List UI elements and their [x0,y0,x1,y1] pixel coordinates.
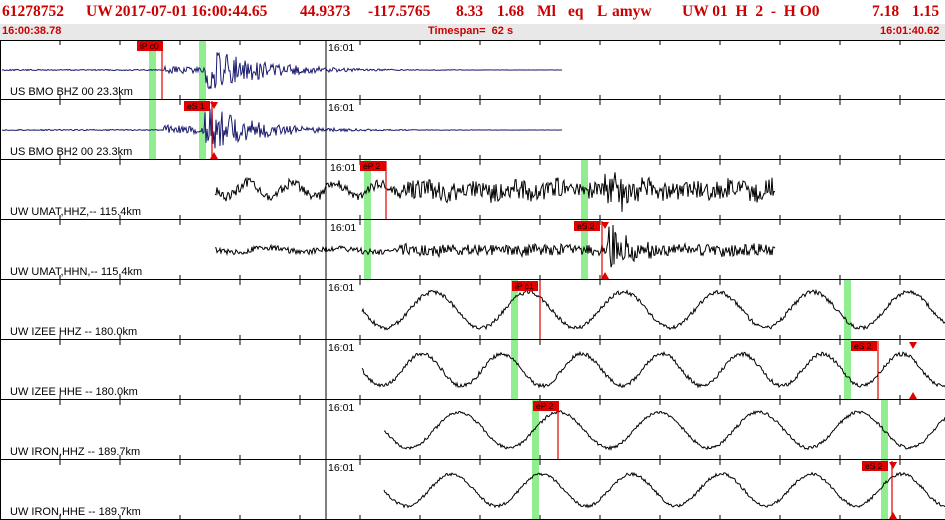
trace-panel[interactable]: 16:01 eS 2 UW IRON,HHE -- 189.7km [0,460,945,520]
seismic-waveform [214,224,776,268]
seismic-waveform [383,410,945,451]
minute-tick-label: 16:01 [330,162,356,174]
event-network: UW [86,3,113,20]
trace-station-label: US BMO BHZ 00 23.3km [10,86,133,98]
phase-pick-label: eS 2 [854,341,872,351]
pick-triangle-icon [210,152,218,159]
minute-tick-label: 16:01 [328,102,354,114]
minute-tick-label: 16:01 [330,222,356,234]
minute-tick-label: 16:01 [328,42,354,54]
event-id: 61278752 [2,3,64,20]
event-type: eq [568,3,584,20]
waveform-panel-area[interactable]: 16:01 iP c0 US BMO BHZ 00 23.3km 16:01 eS 1 U… [0,40,945,520]
phase-pick-label: iP c1 [515,281,534,291]
seismic-waveform [383,471,945,509]
event-origin-time: 2017-07-01 16:00:44.65 [115,3,268,20]
event-solution-info: UW 01 H 2 - H O0 [682,3,820,20]
minute-tick-label: 16:01 [328,282,354,294]
trace-panel[interactable]: 16:01 eP 2 UW UMAT,HHZ,-- 115.4km [0,160,945,220]
trace-station-label: UW UMAT,HHN,-- 115.4km [10,266,142,278]
seismic-waveform [1,51,562,90]
event-longitude: -117.5765 [368,3,431,20]
event-magnitude-type: Ml [537,3,556,20]
seismic-waveform [214,172,776,212]
trace-panel[interactable]: 16:01 eP 2 UW IRON,HHZ -- 189.7km [0,400,945,460]
event-magnitude: 1.68 [497,3,525,20]
minute-tick-label: 16:01 [328,402,354,414]
pick-triangle-icon [210,102,218,109]
time-span-bar: 16:00:38.78 Timespan= 62 s 16:01:40.62 [0,24,945,40]
trace-panel[interactable]: 16:01 eS 1 US BMO BH2 00 23.3km [0,100,945,160]
trace-station-label: UW IRON,HHZ -- 189.7km [10,446,140,458]
minute-tick-label: 16:01 [328,462,354,474]
event-latitude: 44.9373 [300,3,351,20]
seismic-waveform [1,107,562,149]
trace-panel[interactable]: 16:01 iP c1 UW IZEE HHZ -- 180.0km [0,280,945,340]
trace-station-label: UW UMAT,HHZ,-- 115.4km [10,206,141,218]
green-time-band [511,340,518,400]
seismic-waveform [361,350,945,389]
phase-pick-label: iP c0 [140,41,159,51]
trace-station-label: UW IZEE HHE -- 180.0km [10,386,138,398]
event-depth: 8.33 [456,3,484,20]
pick-triangle-icon [909,392,917,399]
green-time-band [844,340,851,400]
time-end: 16:01:40.62 [880,25,940,37]
trace-panel[interactable]: 16:01 eS 2 UW IZEE HHE -- 180.0km [0,340,945,400]
seismic-waveform [361,288,945,331]
time-span: Timespan= 62 s [428,25,514,37]
phase-pick-label: eS 2 [865,461,883,471]
green-time-band [844,280,851,340]
event-value-b: 1.15 [912,3,940,20]
phase-pick-label: eS 2 [577,221,595,231]
minute-tick-label: 16:01 [328,342,354,354]
trace-station-label: US BMO BH2 00 23.3km [10,146,132,158]
phase-pick-label: eS 1 [187,101,205,111]
pick-triangle-icon [909,342,917,349]
pick-triangle-icon [889,462,897,469]
trace-station-label: UW IZEE HHZ -- 180.0km [10,326,137,338]
event-author: amyw [612,3,652,20]
phase-pick-label: eP 2 [536,401,554,411]
green-time-band [881,400,888,460]
pick-triangle-icon [889,512,897,519]
trace-station-label: UW IRON,HHE -- 189.7km [10,506,141,518]
time-start: 16:00:38.78 [2,25,62,37]
event-summary-bar: 61278752 UW 2017-07-01 16:00:44.65 44.93… [0,0,945,24]
green-time-band [532,460,539,520]
trace-panel[interactable]: 16:01 eS 2 UW UMAT,HHN,-- 115.4km [0,220,945,280]
event-flag: L [597,3,608,20]
trace-panel[interactable]: 16:01 iP c0 US BMO BHZ 00 23.3km [0,40,945,100]
event-value-a: 7.18 [872,3,900,20]
phase-pick-label: eP 2 [363,161,381,171]
